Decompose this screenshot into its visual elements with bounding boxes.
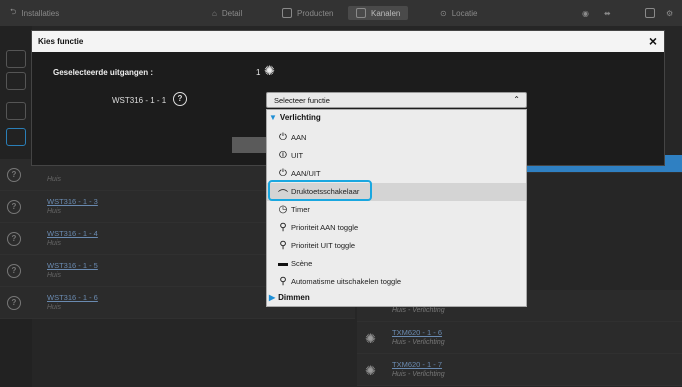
producten-icon — [282, 8, 292, 18]
select-value: Selecteer functie — [274, 96, 330, 105]
group-verlichting[interactable]: ▼ Verlichting — [267, 113, 526, 127]
list-icon[interactable] — [6, 102, 26, 120]
scene-icon: ▬ — [278, 258, 288, 269]
nav-installaties-label: Installaties — [21, 8, 60, 18]
option-label: AAN — [291, 133, 307, 142]
modal-header: Kies functie × — [32, 31, 664, 52]
nav-detail-label: Detail — [221, 8, 243, 18]
row-subtitle: Huis — [47, 240, 62, 247]
filter-icon[interactable] — [6, 72, 26, 90]
close-icon[interactable]: × — [649, 34, 657, 48]
automation-off-icon: ⚲ — [279, 276, 287, 287]
option-prioriteit-uit-toggle[interactable]: ⚲ Prioriteit UIT toggle — [267, 237, 526, 255]
power-off-icon: ⏼ — [279, 150, 287, 161]
help-icon[interactable]: ? — [173, 92, 187, 106]
option-label: Prioriteit UIT toggle — [291, 241, 356, 250]
kanalen-icon — [356, 8, 366, 18]
nav-kanalen[interactable]: Kanalen — [348, 6, 409, 20]
settings-icon[interactable]: ⚙ — [666, 6, 673, 20]
timer-icon: ◷ — [278, 204, 288, 215]
function-select[interactable]: Selecteer functie ⌃ — [266, 92, 527, 108]
row-title[interactable]: TXM620 - 1 - 6 — [392, 328, 442, 337]
table-row[interactable]: ✺ TXM620 - 1 - 6 Huis - Verlichting — [357, 322, 682, 354]
row-subtitle: Huis — [47, 208, 62, 215]
arrows-icon[interactable]: ⬌ — [604, 6, 611, 20]
row-title[interactable]: WST316 - 1 - 4 — [47, 229, 98, 238]
selected-outputs-label: Geselecteerde uitgangen : — [53, 68, 154, 77]
home-rail-icon[interactable] — [6, 50, 26, 68]
location-pin-icon: ⊙ — [440, 8, 447, 18]
row-subtitle: Huis — [47, 176, 62, 183]
nav-locatie-label: Locatie — [451, 8, 478, 18]
row-title[interactable]: WST316 - 1 - 5 — [47, 261, 98, 270]
power-toggle-icon: ⏻ — [279, 168, 287, 179]
row-subtitle: Huis — [47, 272, 62, 279]
nav-producten-label: Producten — [297, 8, 334, 18]
triangle-right-icon: ▶ — [269, 293, 276, 302]
priority-on-icon: ⚲ — [279, 222, 287, 233]
help-icon: ? — [7, 296, 21, 310]
triangle-down-icon: ▼ — [269, 113, 277, 122]
row-subtitle: Huis — [47, 304, 62, 311]
nav-detail[interactable]: ⌂ Detail — [212, 6, 242, 20]
home-icon: ⌂ — [212, 8, 217, 18]
option-scene[interactable]: ▬ Scène — [267, 255, 526, 273]
row-title[interactable]: TXM620 - 1 - 7 — [392, 360, 442, 369]
priority-off-icon: ⚲ — [279, 240, 287, 251]
power-on-icon: ⏻ — [279, 132, 287, 143]
option-automatisme-uitschakelen-toggle[interactable]: ⚲ Automatisme uitschakelen toggle — [267, 273, 526, 291]
option-label: Scène — [291, 259, 313, 268]
light-bulb-icon: ✺ — [365, 363, 376, 378]
nav-installaties[interactable]: ⮌ Installaties — [10, 6, 59, 20]
modal-title: Kies functie — [38, 37, 84, 46]
row-title[interactable]: WST316 - 1 - 3 — [47, 197, 98, 206]
group-dimmen[interactable]: ▶ Dimmen — [267, 293, 526, 307]
row-subtitle: Huis - Verlichting — [392, 307, 445, 314]
help-icon: ? — [7, 232, 21, 246]
option-label: AAN/UIT — [291, 169, 321, 178]
row-title[interactable]: WST316 - 1 - 6 — [47, 293, 98, 302]
top-navigation-bar: ⮌ Installaties ⌂ Detail Producten Kanale… — [0, 0, 682, 26]
eye-icon[interactable]: ◉ — [582, 6, 589, 20]
group-label: Verlichting — [279, 113, 321, 122]
help-rail-icon[interactable] — [6, 128, 26, 146]
nav-producten[interactable]: Producten — [282, 6, 333, 20]
output-name: WST316 - 1 - 1 — [112, 96, 167, 105]
help-icon: ? — [7, 168, 21, 182]
option-label: Prioriteit AAN toggle — [291, 223, 359, 232]
group-label: Dimmen — [278, 293, 310, 302]
option-prioriteit-aan-toggle[interactable]: ⚲ Prioriteit AAN toggle — [267, 219, 526, 237]
selected-outputs-count: 1 — [256, 68, 261, 77]
function-dropdown-list: ▼ Verlichting ⏻ AAN ⏼ UIT ⏻ AAN/UIT ⌒ Dru… — [266, 109, 527, 307]
row-subtitle: Huis - Verlichting — [392, 371, 445, 378]
option-aan[interactable]: ⏻ AAN — [267, 129, 526, 147]
chevron-up-icon: ⌃ — [513, 95, 520, 104]
document-icon[interactable] — [645, 6, 655, 20]
nav-kanalen-label: Kanalen — [371, 8, 401, 18]
light-bulb-icon: ✺ — [365, 331, 376, 346]
option-uit[interactable]: ⏼ UIT — [267, 147, 526, 165]
row-subtitle: Huis - Verlichting — [392, 339, 445, 346]
option-label: UIT — [291, 151, 304, 160]
help-icon: ? — [7, 200, 21, 214]
back-icon: ⮌ — [10, 7, 17, 16]
table-row[interactable]: ✺ TXM620 - 1 - 7 Huis - Verlichting — [357, 354, 682, 386]
option-label: Timer — [291, 205, 310, 214]
help-icon: ? — [7, 264, 21, 278]
nav-locatie[interactable]: ⊙ Locatie — [440, 6, 478, 20]
focus-highlight — [268, 180, 372, 201]
option-label: Automatisme uitschakelen toggle — [291, 277, 402, 286]
light-bulb-icon: ✺ — [264, 63, 275, 78]
option-timer[interactable]: ◷ Timer — [267, 201, 526, 219]
